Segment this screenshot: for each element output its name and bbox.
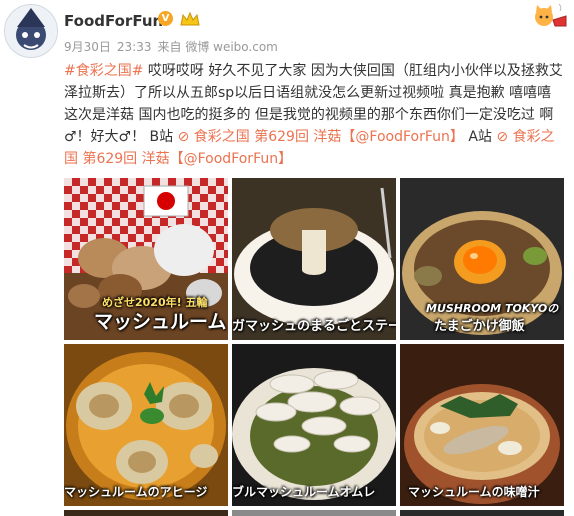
thumbnail-7[interactable] bbox=[64, 510, 228, 516]
thumbnail-overlay: MUSHROOM TOKYOの bbox=[426, 302, 559, 315]
post-time[interactable]: 23:33 bbox=[117, 40, 152, 54]
japan-flag-icon bbox=[143, 185, 189, 217]
thumbnail-caption: マッシュルームの味噌汁 bbox=[408, 485, 540, 499]
thumbnail-2[interactable]: ガマッシュのまるごとステー bbox=[232, 178, 396, 340]
post-text-a: A站 bbox=[463, 129, 497, 145]
thumbnail-caption: マッシュルームのアヒージ bbox=[64, 485, 208, 499]
thumbnail-caption: ガマッシュのまるごとステー bbox=[232, 319, 396, 334]
image-grid: めざせ2020年! 五輪 マッシュルーム ガマッシュのまるごとステー MUSHR… bbox=[64, 178, 566, 516]
thumbnail-4[interactable]: マッシュルームのアヒージ bbox=[64, 344, 228, 506]
cat-emoji-icon bbox=[535, 3, 567, 27]
link-icon: ⊘ bbox=[177, 129, 190, 145]
post-body: #食彩之国# 哎呀哎呀 好久不见了大家 因为大侠回国（肛组内小伙伴以及拯救艾泽拉… bbox=[64, 60, 564, 170]
thumbnail-1[interactable]: めざせ2020年! 五輪 マッシュルーム bbox=[64, 178, 228, 340]
avatar[interactable] bbox=[4, 4, 58, 58]
thumbnail-3[interactable]: MUSHROOM TOKYOの たまごかけ御飯 bbox=[400, 178, 564, 340]
thumbnail-caption: マッシュルーム bbox=[94, 311, 227, 333]
verified-badge-icon: V bbox=[158, 11, 173, 26]
hashtag-link[interactable]: #食彩之国# bbox=[64, 63, 143, 79]
bilibili-video-link[interactable]: 食彩之国 第629回 洋菇【@FoodForFun】 bbox=[194, 129, 464, 145]
post-source[interactable]: 来自 微博 weibo.com bbox=[158, 40, 278, 54]
thumbnail-6[interactable]: マッシュルームの味噌汁 bbox=[400, 344, 564, 506]
crown-icon bbox=[180, 12, 200, 26]
thumbnail-8[interactable] bbox=[232, 510, 396, 516]
thumbnail-caption: たまごかけ御飯 bbox=[434, 319, 525, 334]
username[interactable]: FoodForFun bbox=[64, 12, 163, 30]
thumbnail-caption: ブルマッシュルームオムレ bbox=[232, 485, 376, 499]
thumbnail-5[interactable]: ブルマッシュルームオムレ bbox=[232, 344, 396, 506]
thumbnail-9[interactable] bbox=[400, 510, 564, 516]
link-icon: ⊘ bbox=[496, 129, 509, 145]
post-date[interactable]: 9月30日 bbox=[64, 40, 111, 54]
post-meta: 9月30日 23:33 来自 微博 weibo.com bbox=[64, 38, 284, 55]
